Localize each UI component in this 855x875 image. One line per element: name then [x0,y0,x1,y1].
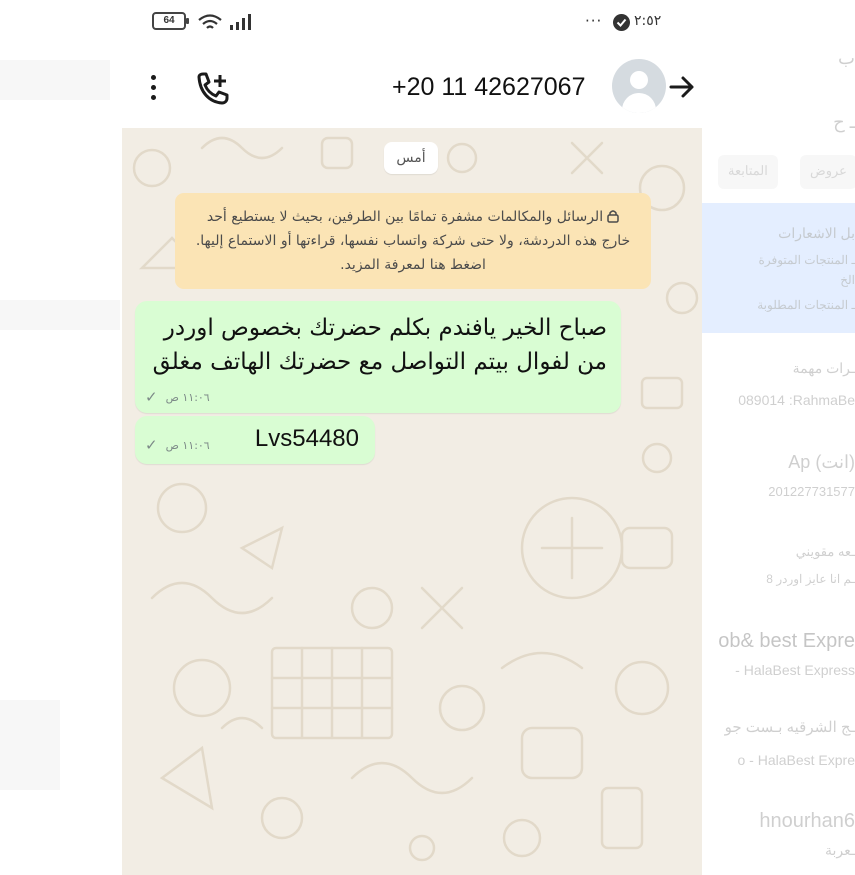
bg-blue-panel: بل الاشعارات ـ المنتجات المتوفرة الخ ـ ا… [700,203,855,333]
signal-icon [230,14,251,30]
message-time: ١١:٠٦ ص [165,390,210,404]
bg-text: 201227731577 [768,484,855,499]
encryption-notice-text: الرسائل والمكالمات مشفرة تمامًا بين الطر… [195,209,631,273]
wifi-icon [198,14,222,29]
sent-check-icon: ✓ [145,388,158,406]
add-call-icon[interactable] [194,71,232,107]
bg-text: ب [838,48,855,68]
message-bubble[interactable]: Lvs54480 ✓ ١١:٠٦ ص [135,416,375,464]
bg-text: o - HalaBest Expre [737,752,855,768]
background-web-page: ب ـ ح المتابعة عروض بل الاشعارات ـ المنت… [700,0,855,875]
contact-name[interactable]: +20 11 42627067 [392,73,585,102]
bg-text: ـرات مهمة [792,360,855,376]
bg-text: ob& best Expre [718,630,855,652]
message-text: Lvs54480 [254,425,359,452]
date-chip: أمس [384,142,438,174]
bg-text: Ap (انت) [788,452,855,472]
message-time: ١١:٠٦ ص [165,438,210,452]
bg-text: hnourhan6 [759,810,855,832]
bg-text: ـ المنتجات المطلوبة [757,298,855,312]
battery-icon: 64 [152,12,189,30]
bg-pill: المتابعة [718,155,778,189]
bg-text: ـج الشرقيه بـست جو [724,719,855,736]
message-meta: ✓ ١١:٠٦ ص [145,436,210,454]
encryption-notice[interactable]: الرسائل والمكالمات مشفرة تمامًا بين الطر… [175,193,651,289]
message-bubble[interactable]: صباح الخير يافندم بكلم حضرتك بخصوص اوردر… [135,301,621,413]
bg-pill: عروض [800,155,855,189]
bg-text: ـعه مقويني [795,544,855,559]
chat-area[interactable]: أمس الرسائل والمكالمات مشفرة تمامًا بين … [122,128,702,875]
bg-text: بل الاشعارات [778,225,855,241]
message-meta: ✓ ١١:٠٦ ص [145,388,210,406]
status-dots: ··· [585,12,603,30]
background-left-panel [0,0,122,875]
bg-text: ـ ح [833,112,855,132]
bg-text: 089014 :RahmaBe [738,392,855,408]
bg-text: ـعربة [825,842,855,858]
chat-header: +20 11 42627067 [122,55,702,123]
message-text: صباح الخير يافندم بكلم حضرتك بخصوص اوردر… [152,315,607,375]
bg-text: - HalaBest Express [735,662,855,678]
sent-check-icon: ✓ [145,436,158,454]
check-circle-icon [613,14,630,31]
back-arrow-icon[interactable] [668,73,696,101]
avatar[interactable] [612,59,666,113]
more-options-icon[interactable] [146,75,160,105]
bg-text: ـ المنتجات المتوفرة [758,253,855,267]
bg-text: الخ [840,273,855,287]
lock-icon [607,210,619,223]
bg-text: ـم انا عايز اوردر 8 [766,572,855,586]
clock: ٢:٥٢ [634,13,662,29]
status-bar: 64 ··· ٢:٥٢ [140,8,700,38]
